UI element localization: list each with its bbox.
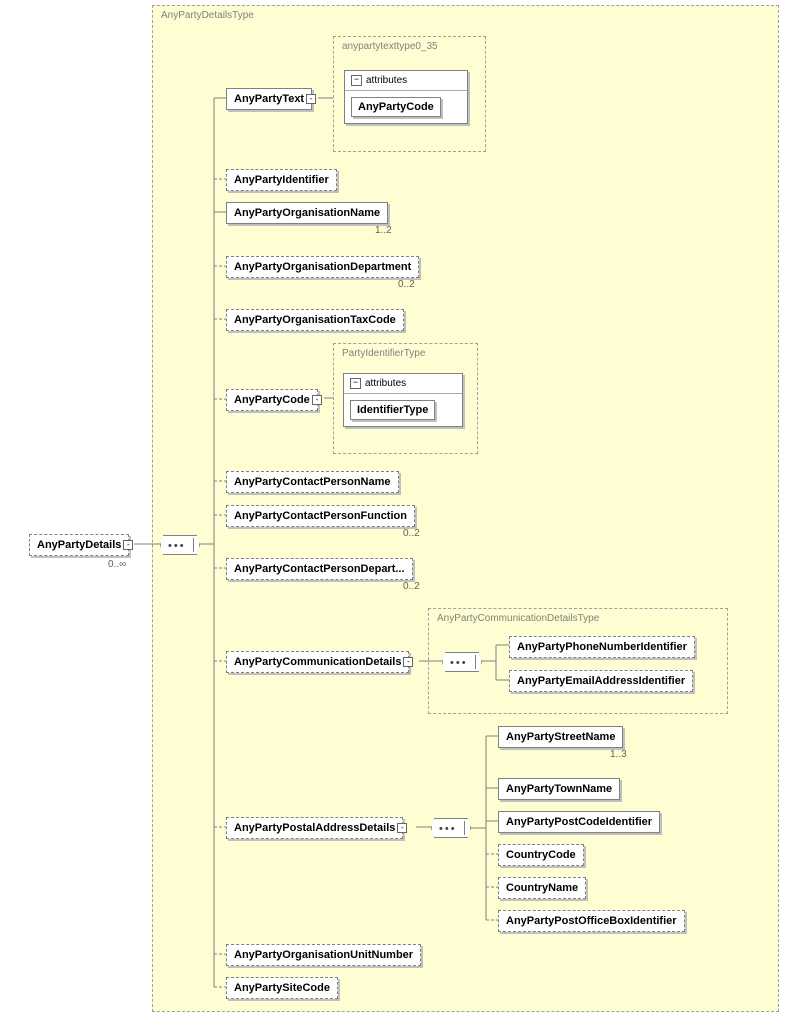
schema-canvas: AnyPartyDetailsType AnyPartyDetails - 0.…	[0, 0, 793, 1013]
cardinality: 0..∞	[108, 559, 126, 570]
node-label: AnyPartyPostOfficeBoxIdentifier	[506, 915, 677, 927]
cardinality: 0..2	[403, 581, 420, 592]
node-anypartytext[interactable]: AnyPartyText -	[226, 88, 312, 110]
node-label: AnyPartyStreetName	[506, 731, 615, 743]
node-email[interactable]: AnyPartyEmailAddressIdentifier	[509, 670, 693, 692]
attr-header: attributes	[366, 75, 407, 86]
cardinality: 0..2	[403, 528, 420, 539]
node-label: AnyPartySiteCode	[234, 982, 330, 994]
node-anypartyorgdept[interactable]: AnyPartyOrganisationDepartment	[226, 256, 419, 278]
node-label: AnyPartyDetails	[37, 539, 121, 551]
sequence-root: •••	[160, 535, 200, 555]
node-postcode[interactable]: AnyPartyPostCodeIdentifier	[498, 811, 660, 833]
node-label: AnyPartyPhoneNumberIdentifier	[517, 641, 687, 653]
node-street[interactable]: AnyPartyStreetName	[498, 726, 623, 748]
expand-icon: -	[312, 395, 322, 405]
node-postaldetails[interactable]: AnyPartyPostalAddressDetails -	[226, 817, 403, 839]
attr-identifiertype[interactable]: IdentifierType	[350, 400, 435, 420]
expand-icon: -	[403, 657, 413, 667]
expand-icon: -	[397, 823, 407, 833]
node-label: CountryName	[506, 882, 578, 894]
node-label: AnyPartyEmailAddressIdentifier	[517, 675, 685, 687]
group-title: AnyPartyDetailsType	[161, 10, 254, 21]
group-title: PartyIdentifierType	[342, 348, 425, 359]
node-label: AnyPartyOrganisationTaxCode	[234, 314, 396, 326]
attr-header: attributes	[365, 378, 406, 389]
cardinality: 0..2	[398, 279, 415, 290]
attributes-anypartytext: −attributes AnyPartyCode	[344, 70, 468, 124]
node-anypartyorgname[interactable]: AnyPartyOrganisationName	[226, 202, 388, 224]
node-phone[interactable]: AnyPartyPhoneNumberIdentifier	[509, 636, 695, 658]
node-town[interactable]: AnyPartyTownName	[498, 778, 620, 800]
group-title: anypartytexttype0_35	[342, 41, 438, 52]
node-label: AnyPartyContactPersonDepart...	[234, 563, 405, 575]
node-anypartyidentifier[interactable]: AnyPartyIdentifier	[226, 169, 337, 191]
attributes-partyid: −attributes IdentifierType	[343, 373, 463, 427]
group-title: AnyPartyCommunicationDetailsType	[437, 613, 599, 624]
cardinality: 1..2	[375, 225, 392, 236]
node-pobox[interactable]: AnyPartyPostOfficeBoxIdentifier	[498, 910, 685, 932]
node-label: AnyPartyIdentifier	[234, 174, 329, 186]
node-label: AnyPartyOrganisationDepartment	[234, 261, 411, 273]
node-label: AnyPartyCommunicationDetails	[234, 656, 401, 668]
node-sitecode[interactable]: AnyPartySiteCode	[226, 977, 338, 999]
node-label: AnyPartyContactPersonName	[234, 476, 391, 488]
node-label: AnyPartyText	[234, 93, 304, 105]
node-commdetails[interactable]: AnyPartyCommunicationDetails -	[226, 651, 409, 673]
expand-icon: -	[123, 540, 133, 550]
node-label: AnyPartyOrganisationUnitNumber	[234, 949, 413, 961]
attr-anypartycode[interactable]: AnyPartyCode	[351, 97, 441, 117]
node-contactname[interactable]: AnyPartyContactPersonName	[226, 471, 399, 493]
node-label: AnyPartyCode	[234, 394, 310, 406]
node-label: AnyPartyContactPersonFunction	[234, 510, 407, 522]
node-anypartyorgtax[interactable]: AnyPartyOrganisationTaxCode	[226, 309, 404, 331]
node-label: AnyPartyTownName	[506, 783, 612, 795]
node-anypartydetails[interactable]: AnyPartyDetails -	[29, 534, 129, 556]
node-countryname[interactable]: CountryName	[498, 877, 586, 899]
node-orgunit[interactable]: AnyPartyOrganisationUnitNumber	[226, 944, 421, 966]
node-label: AnyPartyPostalAddressDetails	[234, 822, 395, 834]
node-label: AnyPartyOrganisationName	[234, 207, 380, 219]
expand-icon: -	[306, 94, 316, 104]
node-label: CountryCode	[506, 849, 576, 861]
sequence-postal: •••	[431, 818, 471, 838]
node-anypartycode[interactable]: AnyPartyCode -	[226, 389, 318, 411]
node-label: AnyPartyPostCodeIdentifier	[506, 816, 652, 828]
node-contactdept[interactable]: AnyPartyContactPersonDepart...	[226, 558, 413, 580]
cardinality: 1..3	[610, 749, 627, 760]
node-countrycode[interactable]: CountryCode	[498, 844, 584, 866]
sequence-comm: •••	[442, 652, 482, 672]
node-contactfunction[interactable]: AnyPartyContactPersonFunction	[226, 505, 415, 527]
